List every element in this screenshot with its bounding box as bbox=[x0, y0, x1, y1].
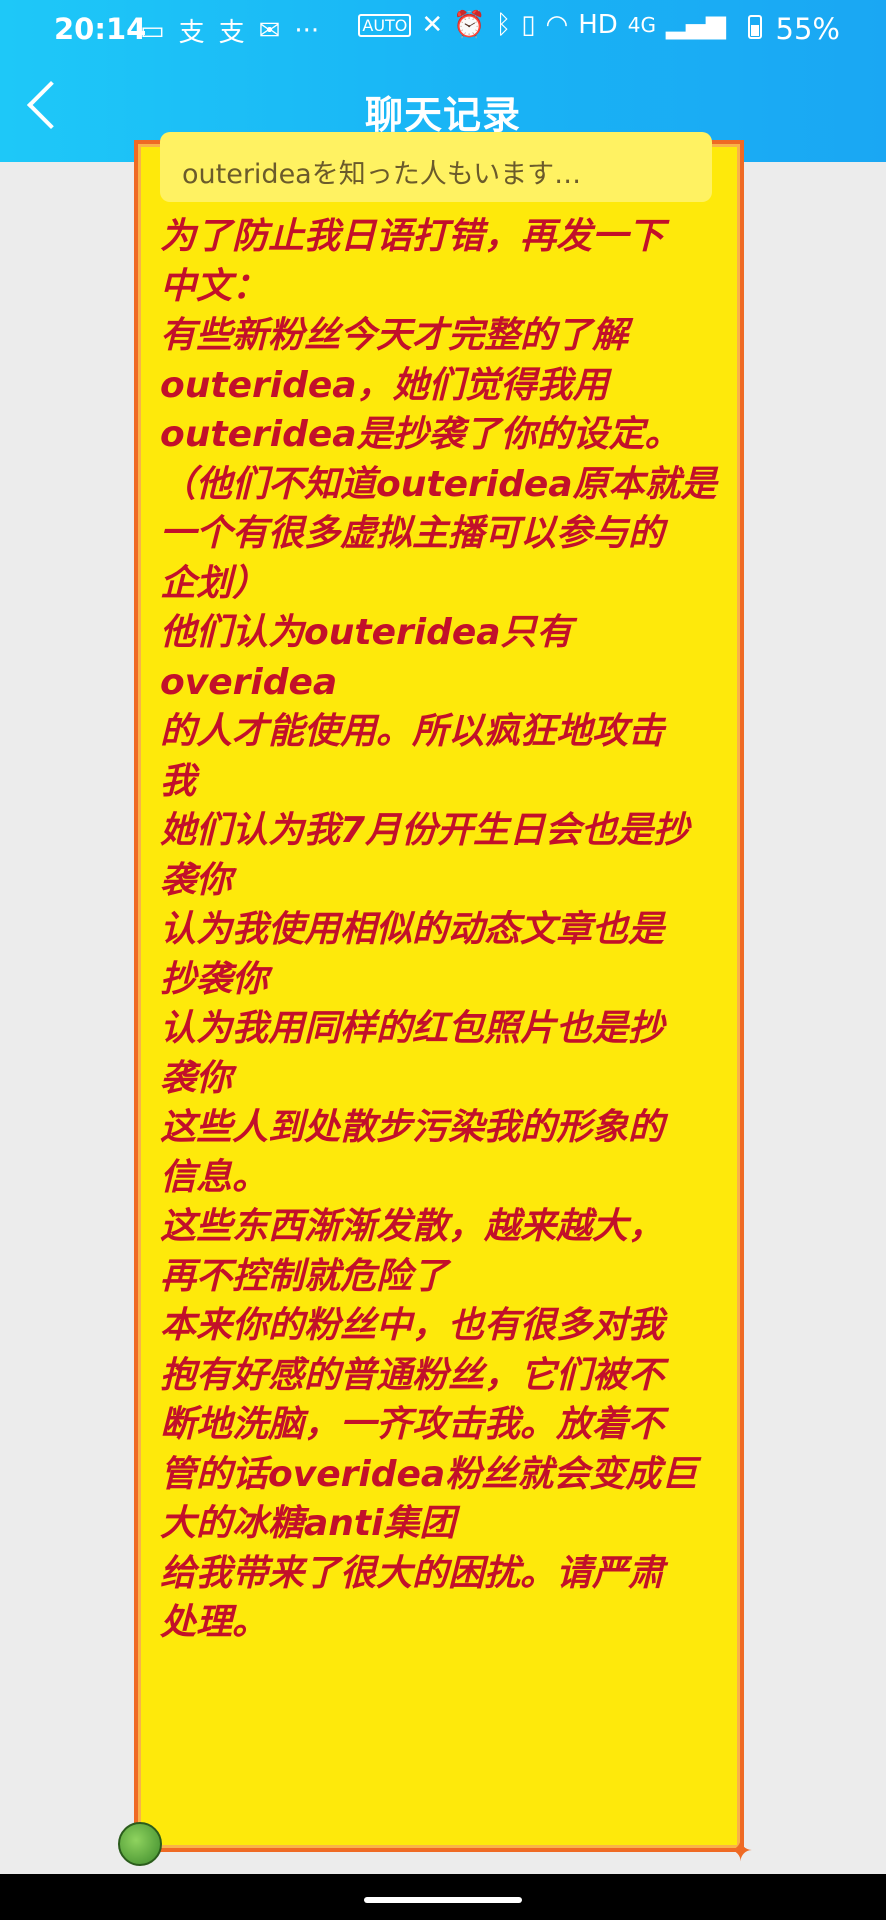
status-bar: 20:14 ▭ 支 支 ✉ ··· AUTO ✕ ⏰ ᛒ ▯ ◠ HD 4G ▂… bbox=[0, 0, 886, 58]
quoted-message-text: outerideaを知った人もいます… bbox=[182, 159, 582, 190]
home-gesture-handle[interactable] bbox=[364, 1897, 522, 1903]
status-system-icons: AUTO ✕ ⏰ ᛒ ▯ ◠ HD 4G ▂▄▆ bbox=[358, 10, 726, 40]
battery-percent: 55% bbox=[775, 12, 840, 46]
battery-icon bbox=[748, 15, 762, 39]
alarm-icon: ⏰ bbox=[453, 10, 486, 40]
bubble-decoration-icon bbox=[118, 1822, 162, 1866]
page-title: 聊天记录 bbox=[364, 93, 521, 137]
signal-icon: ▂▄▆ bbox=[666, 10, 726, 40]
network-type-icon: 4G bbox=[627, 13, 656, 37]
wifi-icon: ◠ bbox=[545, 10, 569, 40]
message-paragraph: 有些新粉丝今天才完整的了解 outeridea，她们觉得我用 outeridea… bbox=[160, 315, 717, 802]
status-time: 20:14 bbox=[54, 12, 147, 46]
x-icon: ✕ bbox=[421, 10, 444, 40]
alipay-icon: 支 bbox=[218, 18, 245, 48]
message-text: 为了防止我日语打错，再发一下 中文： 有些新粉丝今天才完整的了解 outerid… bbox=[160, 212, 720, 1648]
vibrate-icon: ▯ bbox=[521, 10, 536, 40]
alipay-icon: 支 bbox=[178, 18, 205, 48]
bubble-sparkle-icon: ✦ bbox=[728, 1834, 754, 1869]
more-dots-icon: ··· bbox=[294, 15, 320, 46]
message-paragraph: 这些东西渐渐发散，越来越大， 再不控制就危险了 本来你的粉丝中，也有很多对我 抱… bbox=[160, 1206, 698, 1544]
message-paragraph: 她们认为我7月份开生日会也是抄 袭你 认为我使用相似的动态文章也是 抄袭你 认为… bbox=[160, 810, 690, 1198]
quoted-message[interactable]: outerideaを知った人もいます… bbox=[160, 132, 712, 202]
message-paragraph: 为了防止我日语打错，再发一下 中文： bbox=[160, 216, 665, 307]
status-notification-icons: ▭ 支 支 ✉ ··· bbox=[140, 12, 319, 49]
hd-icon: HD bbox=[578, 10, 618, 40]
bluetooth-icon: ᛒ bbox=[495, 10, 512, 40]
auto-hz-icon: AUTO bbox=[358, 13, 412, 37]
video-icon: ▭ bbox=[140, 15, 165, 46]
message-paragraph: 给我带来了很大的困扰。请严肃 处理。 bbox=[160, 1552, 665, 1644]
mail-icon: ✉ bbox=[258, 15, 281, 46]
